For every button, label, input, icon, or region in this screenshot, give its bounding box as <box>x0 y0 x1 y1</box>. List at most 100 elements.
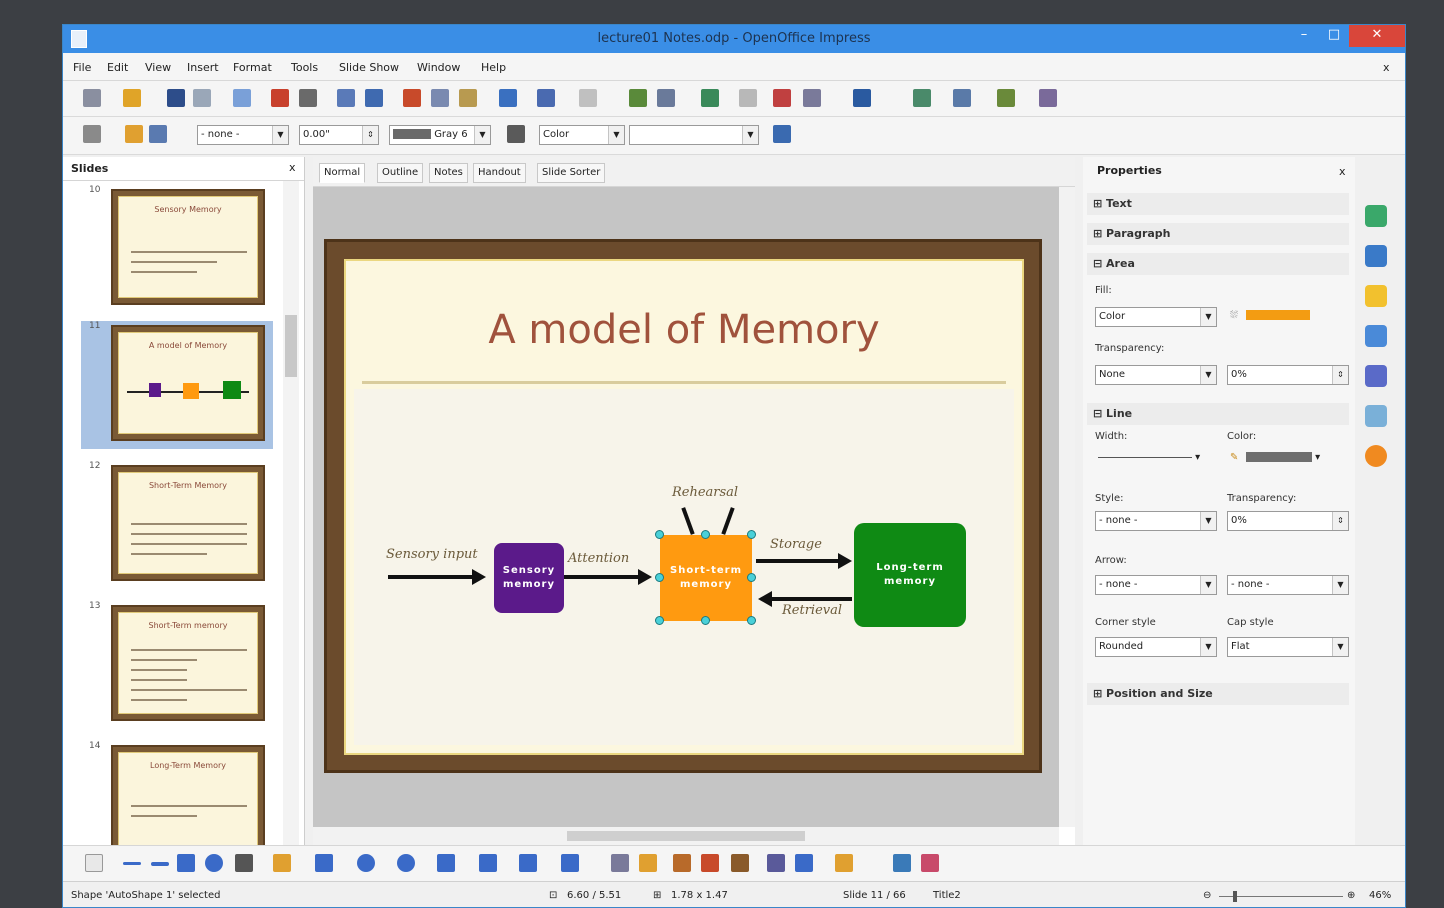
ellipse-tool-icon[interactable] <box>205 854 223 872</box>
animation-icon[interactable] <box>1365 285 1387 307</box>
edit-mode-icon[interactable] <box>233 89 251 107</box>
line-color-select[interactable]: Gray 6 ▼ <box>389 125 491 145</box>
gallery-tool-icon[interactable] <box>701 854 719 872</box>
slides-panel-close-button[interactable]: x <box>289 161 296 174</box>
slide-design-icon[interactable] <box>997 89 1015 107</box>
maximize-button[interactable]: □ <box>1319 25 1349 47</box>
grid-icon[interactable] <box>739 89 757 107</box>
callouts-icon[interactable] <box>519 854 537 872</box>
line-transparency-field[interactable]: 0% ⇕ <box>1227 511 1349 531</box>
slideshow-icon[interactable] <box>1039 89 1057 107</box>
editing-horizontal-scrollbar[interactable] <box>313 827 1059 845</box>
autospell-icon[interactable] <box>365 89 383 107</box>
select-icon[interactable] <box>85 854 103 872</box>
arrow-start-select[interactable]: - none - ▼ <box>1095 575 1217 595</box>
sensory-input-label[interactable]: Sensory input <box>386 547 478 562</box>
rehearsal-label[interactable]: Rehearsal <box>672 485 738 500</box>
rectangle-tool-icon[interactable] <box>177 854 195 872</box>
slide-canvas[interactable]: A model of Memory Sensory input Sensory … <box>313 187 1059 827</box>
flowchart-icon[interactable] <box>479 854 497 872</box>
menu-insert[interactable]: Insert <box>187 61 219 74</box>
slide-thumbnail[interactable]: 10 Sensory Memory <box>81 185 271 309</box>
transition-icon[interactable] <box>1365 325 1387 347</box>
globe-icon[interactable] <box>701 89 719 107</box>
styles-icon[interactable] <box>1365 365 1387 387</box>
arrow-tool-icon[interactable] <box>151 862 169 866</box>
storage-label[interactable]: Storage <box>770 537 822 552</box>
curve-tool-icon[interactable] <box>273 854 291 872</box>
gallery-icon[interactable] <box>1365 405 1387 427</box>
menu-edit[interactable]: Edit <box>107 61 128 74</box>
scrollbar-thumb[interactable] <box>567 831 805 841</box>
shadow-tool-icon[interactable] <box>893 854 911 872</box>
stars-icon[interactable] <box>561 854 579 872</box>
resize-handle[interactable] <box>655 573 664 582</box>
fill-select[interactable]: Color ▼ <box>1095 307 1217 327</box>
close-button[interactable]: ✕ <box>1349 25 1405 47</box>
transparency-value-field[interactable]: 0% ⇕ <box>1227 365 1349 385</box>
section-line[interactable]: ⊟ Line <box>1087 403 1349 425</box>
transparency-mode-select[interactable]: None ▼ <box>1095 365 1217 385</box>
undo-icon[interactable] <box>537 89 555 107</box>
tab-slide-sorter[interactable]: Slide Sorter <box>537 163 606 183</box>
line-style-select-panel[interactable]: - none - ▼ <box>1095 511 1217 531</box>
fill-value-select[interactable]: ▼ <box>629 125 759 145</box>
line-icon[interactable] <box>125 125 143 143</box>
master-pages-icon[interactable] <box>1365 245 1387 267</box>
close-document-button[interactable]: x <box>1383 61 1390 74</box>
toggle-extrusion-icon[interactable] <box>921 854 939 872</box>
zoom-icon[interactable] <box>803 89 821 107</box>
resize-handle[interactable] <box>655 616 664 625</box>
save-icon[interactable] <box>167 89 185 107</box>
line-color-picker[interactable]: ✎ ▾ <box>1227 449 1329 469</box>
slide-thumbnail[interactable]: 13 Short-Term memory <box>81 601 271 725</box>
retrieval-label[interactable]: Retrieval <box>782 603 842 618</box>
slide-icon[interactable] <box>953 89 971 107</box>
connector-tool-icon[interactable] <box>315 854 333 872</box>
points-icon[interactable] <box>611 854 629 872</box>
copy-icon[interactable] <box>431 89 449 107</box>
help-icon[interactable] <box>853 89 871 107</box>
resize-handle[interactable] <box>747 616 756 625</box>
properties-deck-icon[interactable] <box>1365 205 1387 227</box>
status-zoom[interactable]: 46% <box>1369 890 1391 901</box>
paste-icon[interactable] <box>459 89 477 107</box>
open-icon[interactable] <box>123 89 141 107</box>
section-area[interactable]: ⊟ Area <box>1087 253 1349 275</box>
zoom-slider-thumb[interactable] <box>1233 891 1237 902</box>
line-width-picker[interactable]: ▾ <box>1095 449 1217 469</box>
minimize-button[interactable]: – <box>1289 25 1319 47</box>
zoom-out-icon[interactable]: ⊖ <box>1203 890 1211 901</box>
slide-thumbnail[interactable]: 12 Short-Term Memory <box>81 461 271 585</box>
resize-handle[interactable] <box>701 530 710 539</box>
long-term-memory-box[interactable]: Long-term memory <box>854 523 966 627</box>
align-icon[interactable] <box>795 854 813 872</box>
section-position-size[interactable]: ⊞ Position and Size <box>1087 683 1349 705</box>
area-icon[interactable] <box>507 125 525 143</box>
redo-icon[interactable] <box>579 89 597 107</box>
menu-format[interactable]: Format <box>233 61 272 74</box>
resize-handle[interactable] <box>747 573 756 582</box>
scrollbar-thumb[interactable] <box>285 315 297 377</box>
slide-title[interactable]: A model of Memory <box>346 307 1022 353</box>
clone-format-icon[interactable] <box>499 89 517 107</box>
resize-handle[interactable] <box>701 616 710 625</box>
resize-handle[interactable] <box>747 530 756 539</box>
menu-view[interactable]: View <box>145 61 171 74</box>
shadow-icon[interactable] <box>773 125 791 143</box>
symbol-shapes-icon[interactable] <box>397 854 415 872</box>
menu-help[interactable]: Help <box>481 61 506 74</box>
menu-tools[interactable]: Tools <box>291 61 318 74</box>
from-file-icon[interactable] <box>673 854 691 872</box>
attention-label[interactable]: Attention <box>568 551 629 566</box>
line-tool-icon[interactable] <box>123 862 141 865</box>
chart-icon[interactable] <box>629 89 647 107</box>
slide-thumbnail-selected[interactable]: 11 A model of Memory <box>81 321 273 449</box>
display-views-icon[interactable] <box>913 89 931 107</box>
navigator-deck-icon[interactable] <box>1365 445 1387 467</box>
fill-mode-select[interactable]: Color ▼ <box>539 125 625 145</box>
text-tool-icon[interactable] <box>235 854 253 872</box>
arrow-style-icon[interactable] <box>149 125 167 143</box>
section-text[interactable]: ⊞ Text <box>1087 193 1349 215</box>
block-arrows-icon[interactable] <box>437 854 455 872</box>
